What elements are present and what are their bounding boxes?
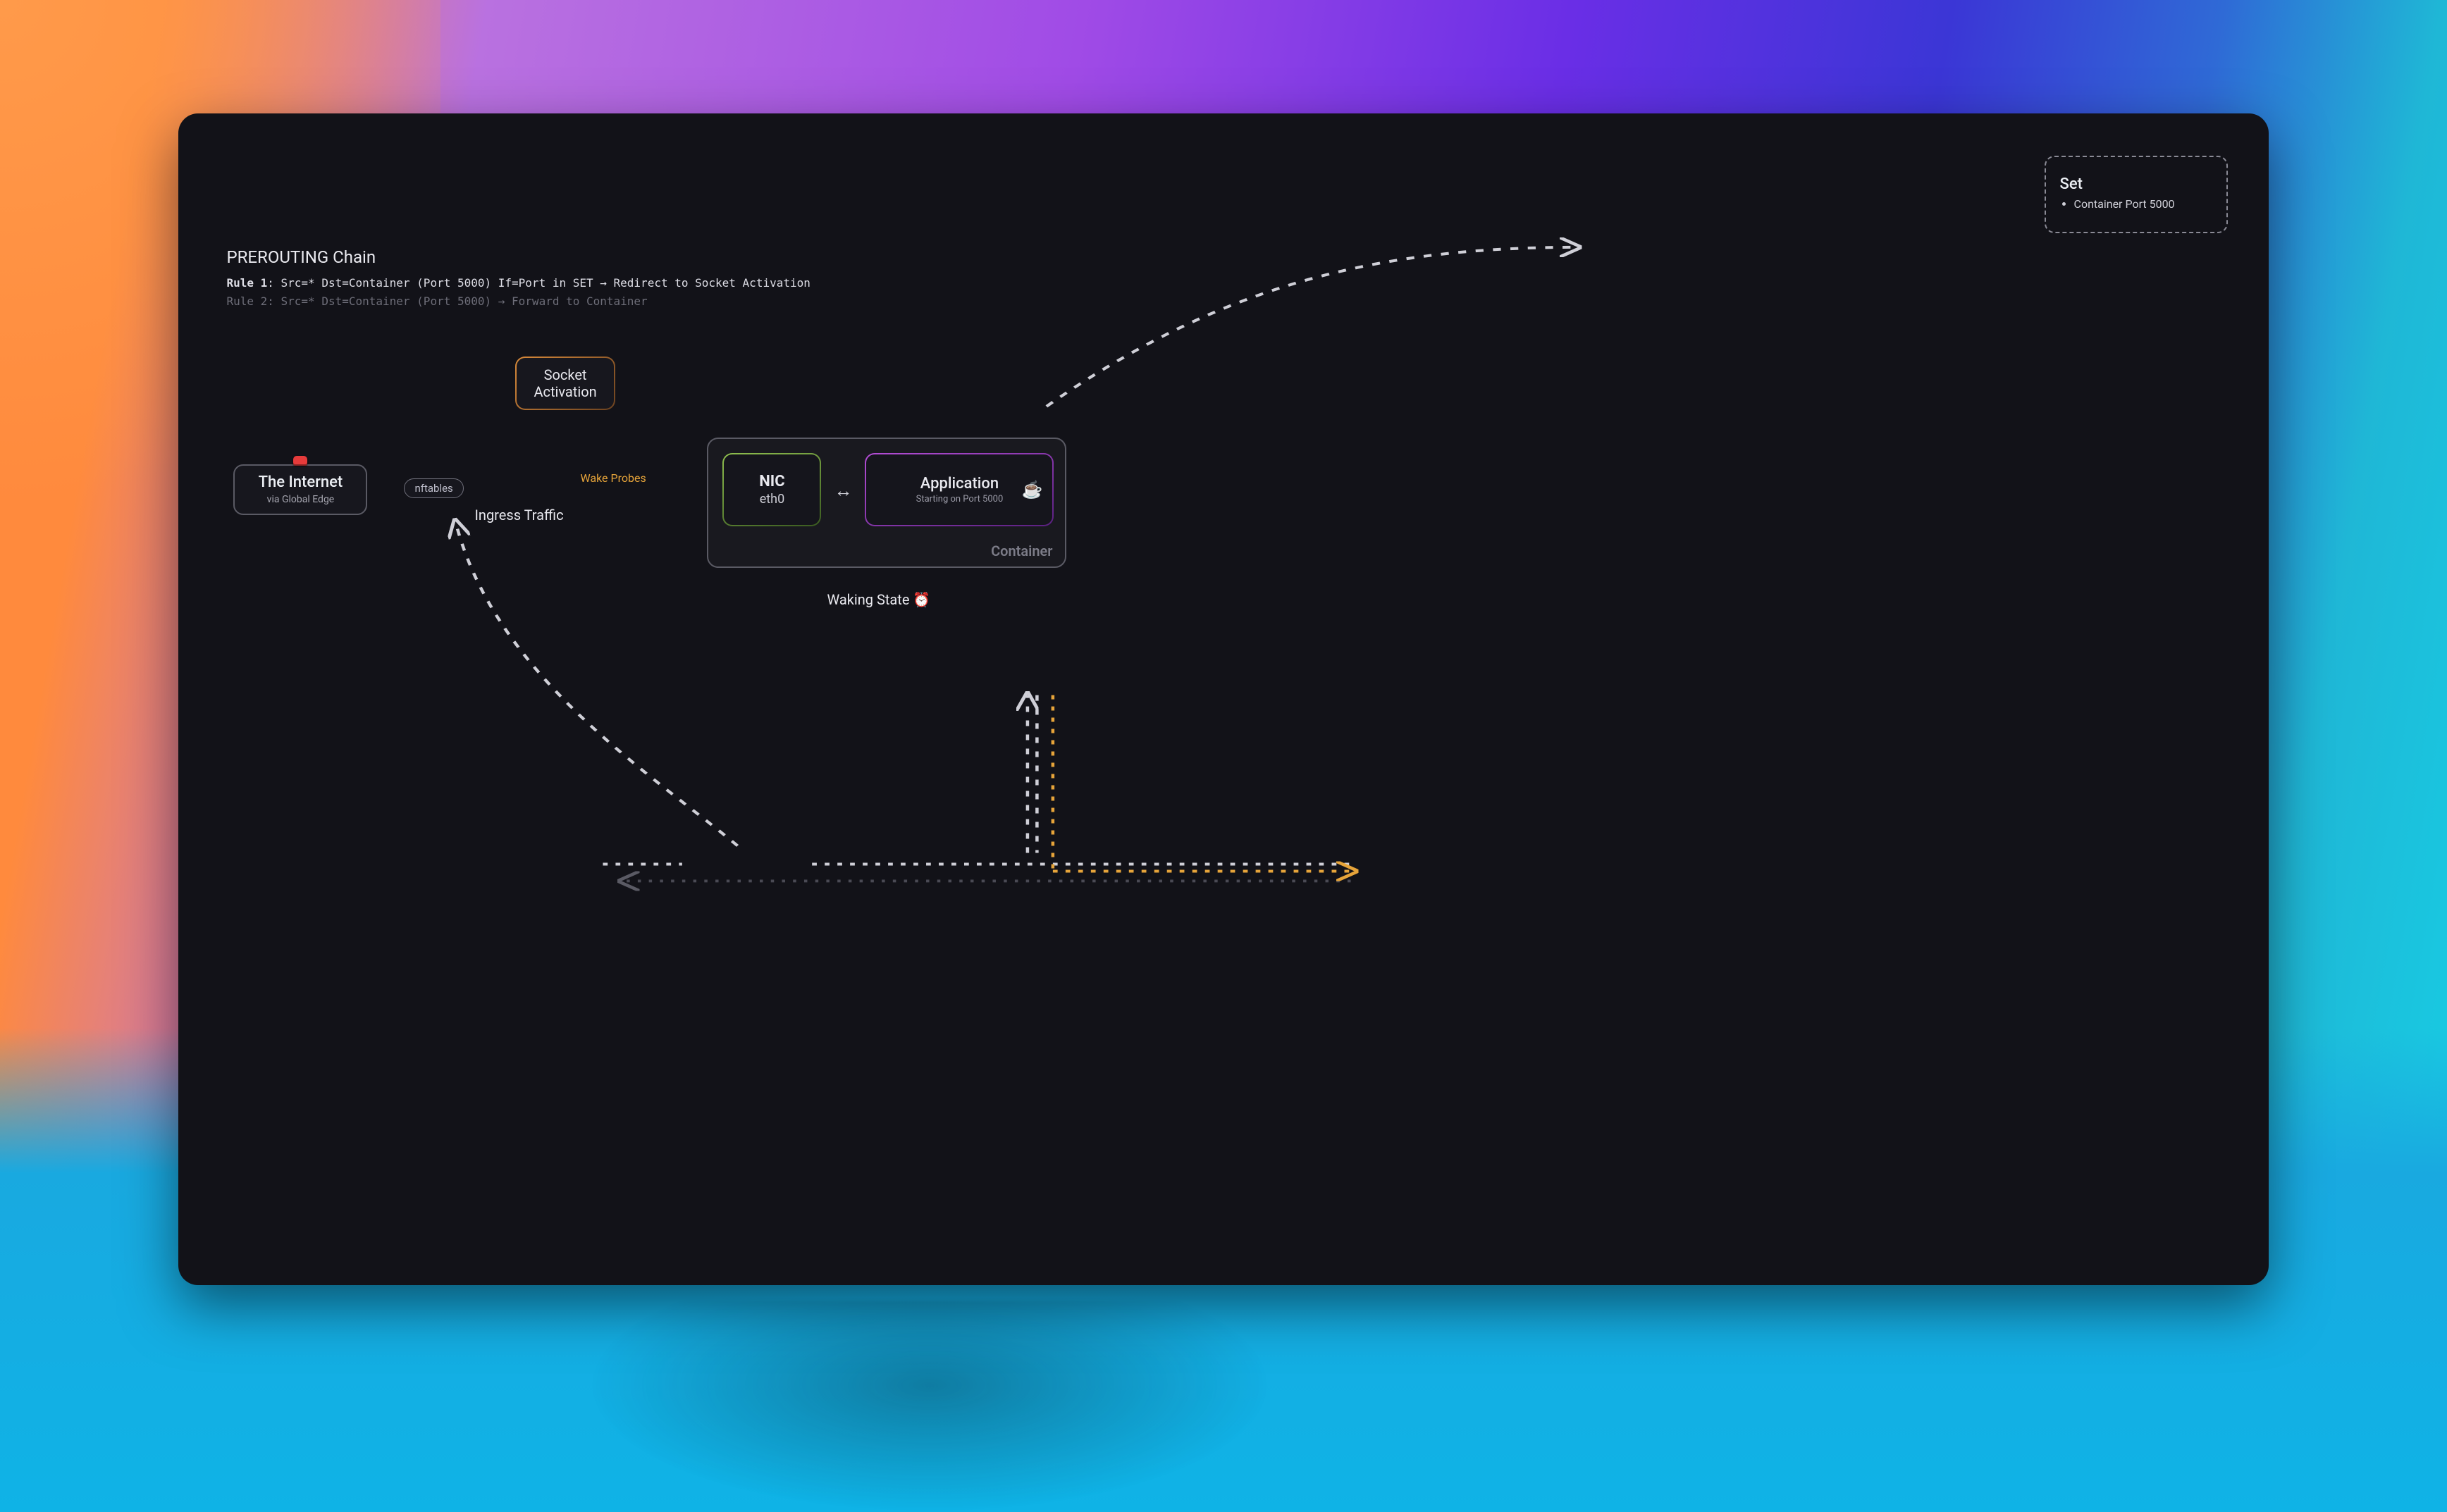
internet-title: The Internet	[259, 473, 343, 491]
set-title: Set	[2060, 175, 2083, 193]
set-box: Set Container Port 5000	[2045, 156, 2228, 233]
set-item: Container Port 5000	[2074, 197, 2175, 211]
application-box: Application Starting on Port 5000 ☕	[865, 453, 1054, 526]
internet-box: The Internet via Global Edge	[233, 464, 367, 515]
state-label: Waking State ⏰	[827, 591, 930, 608]
prerouting-chain: PREROUTING Chain Rule 1: Src=* Dst=Conta…	[226, 247, 810, 310]
application-title: Application	[920, 475, 999, 492]
coffee-icon: ☕	[1022, 480, 1043, 500]
nftables-pill: nftables	[404, 478, 463, 498]
nic-box: NIC eth0	[722, 453, 821, 526]
nic-title: NIC	[759, 473, 784, 490]
container-frame: Container NIC eth0 ↔ Application Startin…	[707, 438, 1066, 568]
chain-title: PREROUTING Chain	[226, 247, 810, 267]
socket-activation-box: Socket Activation	[515, 357, 615, 410]
rule-1: Rule 1: Src=* Dst=Container (Port 5000) …	[226, 274, 810, 292]
ingress-traffic-label: Ingress Traffic	[474, 507, 563, 523]
nic-sub: eth0	[760, 492, 784, 507]
diagram-panel: Set Container Port 5000 PREROUTING Chain…	[178, 113, 2268, 1285]
bg-smudge	[587, 1301, 1272, 1512]
set-items: Container Port 5000	[2074, 197, 2175, 211]
socket-activation-line1: Socket	[534, 366, 596, 383]
socket-activation-line2: Activation	[534, 383, 596, 400]
bi-arrow-icon: ↔	[834, 480, 852, 502]
red-button-icon	[293, 456, 307, 466]
application-sub: Starting on Port 5000	[916, 494, 1004, 504]
wake-probes-label: Wake Probes	[580, 471, 646, 485]
internet-sub: via Global Edge	[267, 494, 335, 505]
rule-2: Rule 2: Src=* Dst=Container (Port 5000) …	[226, 292, 810, 311]
container-label: Container	[991, 543, 1052, 559]
alarm-clock-icon: ⏰	[913, 591, 930, 608]
